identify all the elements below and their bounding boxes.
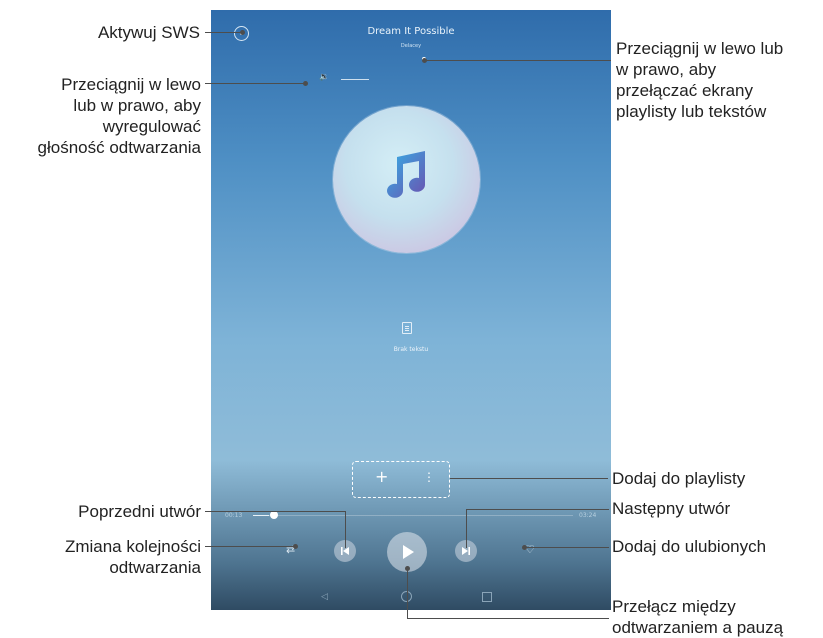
annotation-playpause-line: odtwarzaniem a pauzą [612, 618, 784, 637]
annotation-volume-line: głośność odtwarzania [37, 138, 201, 157]
annotation-playpause: Przełącz między odtwarzaniem a pauzą [612, 596, 783, 638]
annotation-swipe: Przeciągnij w lewo lub w prawo, aby prze… [616, 38, 821, 122]
music-note-icon [387, 151, 425, 198]
annotation-swipe-line: przełączać ekrany [616, 81, 754, 100]
annotation-next: Następny utwór [612, 499, 731, 518]
leader-line-sws [205, 32, 242, 33]
playlist-actions-highlight [352, 461, 450, 498]
annotation-volume-line: wyregulować [102, 117, 201, 136]
add-to-playlist-button[interactable]: + [375, 467, 388, 487]
more-options-button[interactable]: ⋮ [423, 469, 435, 485]
progress-track[interactable] [253, 515, 573, 516]
annotation-favorite: Dodaj do ulubionych [612, 537, 767, 556]
leader-dot [422, 58, 427, 63]
leader-dot [293, 544, 298, 549]
leader-dot [405, 566, 410, 571]
nav-back-icon[interactable]: ◁ [321, 592, 328, 602]
leader-line-playpause-vertical [407, 568, 408, 618]
progress-knob[interactable] [270, 511, 278, 519]
lyrics-icon [402, 322, 412, 334]
leader-line-shuffle [205, 546, 295, 547]
current-time: 00:13 [225, 512, 243, 519]
leader-line-favorite [524, 547, 609, 548]
leader-line-prev-vertical [345, 511, 346, 548]
annotation-sws: Aktywuj SWS [97, 23, 200, 42]
leader-line-prev [205, 511, 345, 512]
annotation-swipe-line: Przeciągnij w lewo lub [616, 39, 784, 58]
annotation-playpause-line: Przełącz między [612, 597, 736, 616]
annotation-volume: Przeciągnij w lewo lub w prawo, aby wyre… [0, 74, 201, 158]
annotation-swipe-line: w prawo, aby [616, 60, 717, 79]
leader-line-playpause [407, 618, 609, 619]
favorite-heart-icon[interactable]: ♡ [525, 543, 535, 556]
annotation-prev: Poprzedni utwór [78, 502, 201, 521]
annotation-shuffle: Zmiana kolejności odtwarzania [0, 536, 201, 578]
volume-slider[interactable] [341, 79, 369, 80]
song-artist: Delacey [400, 43, 422, 49]
total-time: 03:24 [579, 512, 597, 519]
music-player-screen: Dream It Possible Delacey 🔉 Brak tekstu … [211, 10, 611, 610]
leader-dot [240, 30, 245, 35]
leader-line-add-playlist [450, 478, 608, 479]
system-navigation-bar: ◁ [211, 585, 611, 610]
leader-line-next [466, 509, 609, 510]
leader-line-swipe [425, 60, 611, 61]
nav-recents-icon[interactable] [482, 592, 492, 602]
volume-icon[interactable]: 🔉 [319, 72, 329, 81]
no-lyrics-label: Brak tekstu [393, 346, 429, 353]
leader-line-next-vertical [466, 509, 467, 548]
annotation-volume-line: Przeciągnij w lewo [61, 75, 201, 94]
annotation-shuffle-line: odtwarzania [109, 558, 201, 577]
song-title: Dream It Possible [367, 26, 455, 37]
album-art[interactable] [333, 106, 480, 253]
annotation-shuffle-line: Zmiana kolejności [64, 537, 201, 556]
leader-dot [303, 81, 308, 86]
annotation-add-playlist: Dodaj do playlisty [612, 469, 746, 488]
annotation-volume-line: lub w prawo, aby [73, 96, 201, 115]
progress-fill [253, 515, 269, 516]
annotation-swipe-line: playlisty lub tekstów [616, 102, 767, 121]
leader-line-volume [205, 83, 305, 84]
leader-dot [522, 545, 527, 550]
